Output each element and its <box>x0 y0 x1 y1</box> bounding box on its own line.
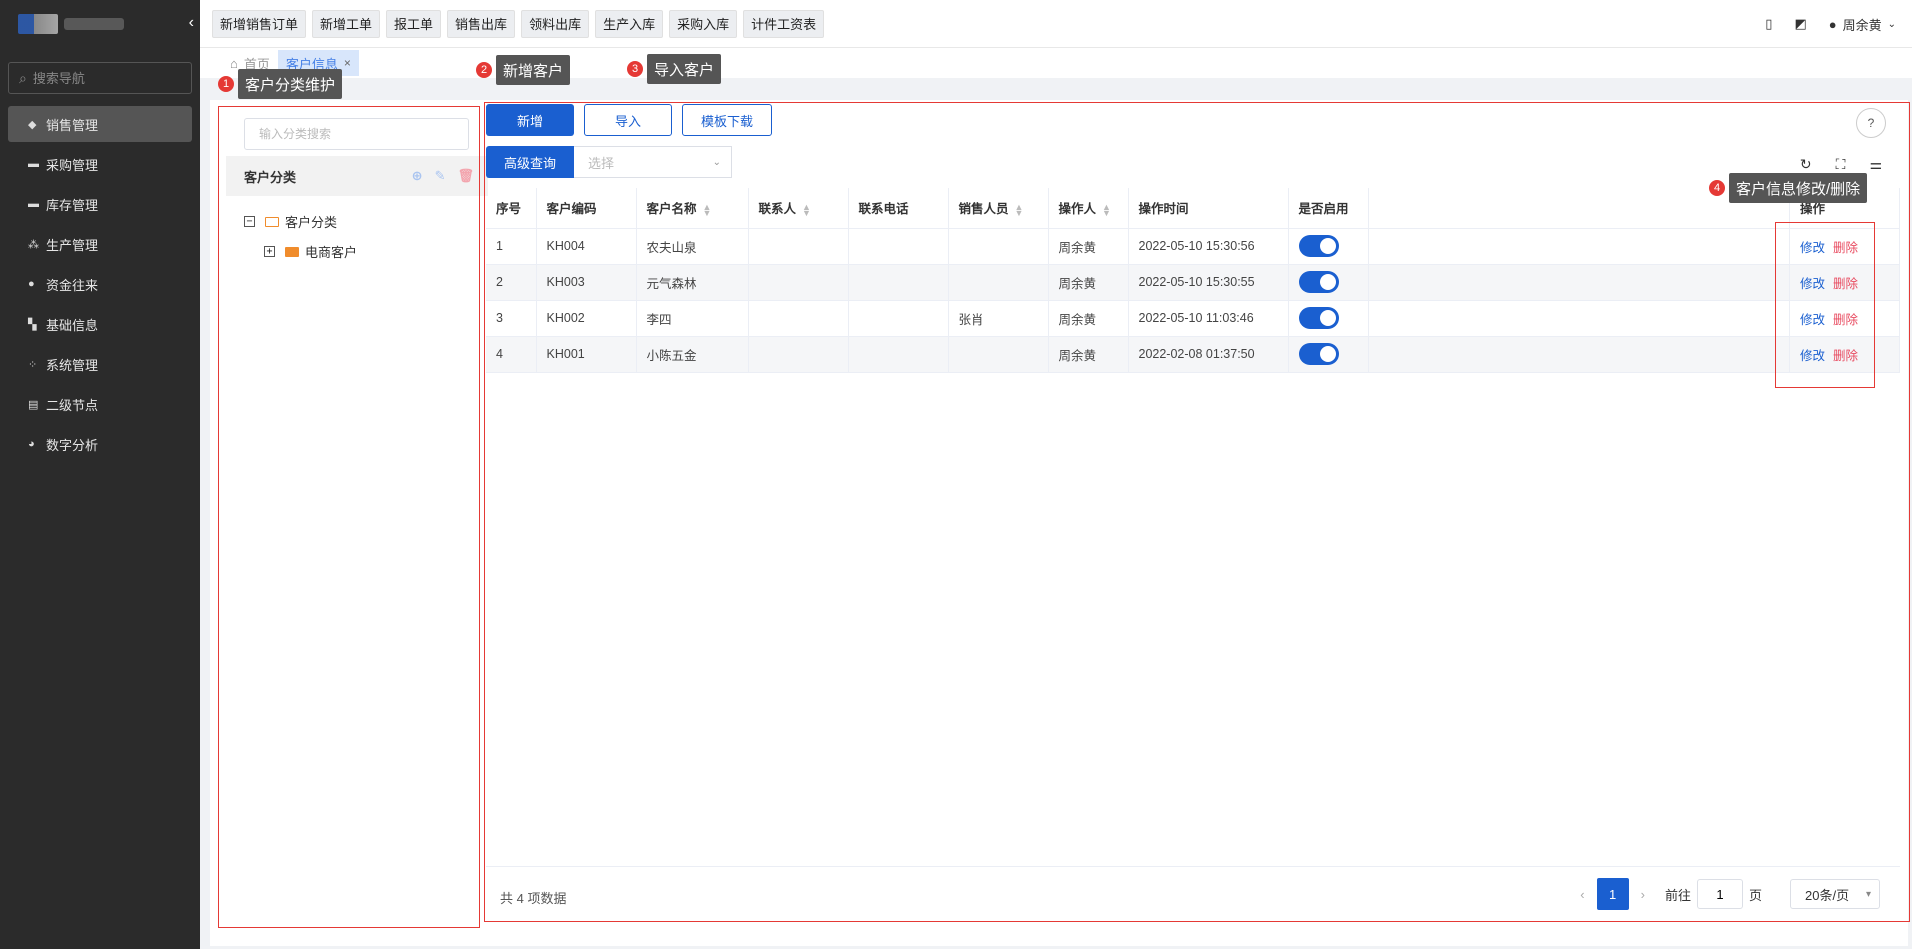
annotation-1-number: 1 <box>218 76 234 92</box>
info-icon: ▚ <box>28 318 37 331</box>
nav-search-input[interactable] <box>32 70 163 86</box>
sidebar-item[interactable]: ▤ 二级节点 <box>8 386 192 422</box>
production-icon: ⁂ <box>28 238 39 251</box>
sidebar-item[interactable]: ⁘ 系统管理 <box>8 346 192 382</box>
annotation-2-label: 新增客户 <box>496 55 571 85</box>
sidebar-item-label: 库存管理 <box>46 197 99 213</box>
annotation-2-number: 2 <box>476 62 492 78</box>
sidebar-item-label: 基础信息 <box>46 317 99 333</box>
annotation-1-label: 客户分类维护 <box>238 69 343 99</box>
close-icon[interactable]: × <box>344 56 351 70</box>
cart-icon: ▬ <box>28 158 39 170</box>
sidebar-item-label: 资金往来 <box>46 277 99 293</box>
quick-action-button[interactable]: 新增销售订单 <box>212 9 307 38</box>
sidebar-item-label: 采购管理 <box>46 157 99 173</box>
quick-action-button[interactable]: 计件工资表 <box>743 9 825 38</box>
quick-action-button[interactable]: 销售出库 <box>447 9 516 38</box>
pie-chart-icon: ◕ <box>28 438 35 450</box>
quick-actions: 新增销售订单 新增工单 报工单 销售出库 领料出库 生产入库 采购入库 计件工资表 <box>212 9 830 38</box>
sidebar: ‹ ⌕ ◆ 销售管理 ▬ 采购管理 ▬ 库存管理 ⁂ 生产管理 ● 资金往来 ▚ 基础信息 ⁘ 系统管理 ▤… <box>0 0 200 949</box>
screen-icon[interactable]: ◩ <box>1794 16 1806 32</box>
sidebar-item[interactable]: ▬ 采购管理 <box>8 146 192 182</box>
mobile-icon[interactable]: ▯ <box>1765 16 1772 32</box>
warehouse-icon: ▬ <box>28 198 39 210</box>
annotation-1: 1 客户分类维护 <box>218 69 343 99</box>
annotation-3: 3 导入客户 <box>627 54 722 84</box>
sidebar-item[interactable]: ▬ 库存管理 <box>8 186 192 222</box>
search-icon: ⌕ <box>19 69 27 86</box>
sidebar-item[interactable]: ▚ 基础信息 <box>8 306 192 342</box>
sidebar-item[interactable]: ◆ 销售管理 <box>8 106 192 142</box>
annotation-2: 2 新增客户 <box>476 55 571 85</box>
logo: ‹ <box>0 0 200 48</box>
collapse-sidebar-icon[interactable]: ‹ <box>189 14 194 32</box>
top-bar: 新增销售订单 新增工单 报工单 销售出库 领料出库 生产入库 采购入库 计件工资表 ▯ ◩ ●… <box>200 0 1912 48</box>
logo-text-blurred <box>64 18 124 30</box>
sidebar-item-label: 生产管理 <box>46 237 99 253</box>
annotation-4: 4 客户信息修改/删除 <box>1709 173 1868 203</box>
top-right-tools: ▯ ◩ ● 周余黄 ⌄ <box>1765 0 1896 48</box>
chevron-down-icon: ⌄ <box>1887 18 1896 30</box>
user-menu[interactable]: ● 周余黄 ⌄ <box>1829 15 1896 34</box>
quick-action-button[interactable]: 新增工单 <box>312 9 381 38</box>
quick-action-button[interactable]: 领料出库 <box>521 9 590 38</box>
node-icon: ▤ <box>28 398 39 411</box>
quick-action-button[interactable]: 生产入库 <box>595 9 664 38</box>
user-icon: ● <box>1828 16 1837 32</box>
annotation-3-label: 导入客户 <box>647 54 722 84</box>
nav-search[interactable]: ⌕ <box>8 62 192 94</box>
system-icon: ⁘ <box>28 358 38 371</box>
annotation-box-category <box>218 106 480 928</box>
annotation-4-number: 4 <box>1709 180 1725 196</box>
quick-action-button[interactable]: 报工单 <box>386 9 442 38</box>
money-icon: ● <box>28 278 35 290</box>
sidebar-item-label: 二级节点 <box>46 397 99 413</box>
sidebar-item-label: 销售管理 <box>46 117 99 133</box>
sidebar-item[interactable]: ⁂ 生产管理 <box>8 226 192 262</box>
tag-icon: ◆ <box>28 118 37 131</box>
user-name: 周余黄 <box>1842 17 1882 33</box>
sidebar-item-label: 系统管理 <box>46 357 99 373</box>
annotation-box-table <box>484 102 1910 922</box>
sidebar-item-label: 数字分析 <box>46 437 99 453</box>
nav-list: ◆ 销售管理 ▬ 采购管理 ▬ 库存管理 ⁂ 生产管理 ● 资金往来 ▚ 基础信息 ⁘ 系统管理 ▤ 二级节点… <box>0 106 200 462</box>
annotation-4-label: 客户信息修改/删除 <box>1729 173 1868 203</box>
annotation-3-number: 3 <box>627 61 643 77</box>
logo-mark <box>18 14 58 34</box>
sidebar-item[interactable]: ◕ 数字分析 <box>8 426 192 462</box>
sidebar-item[interactable]: ● 资金往来 <box>8 266 192 302</box>
annotation-box-actions <box>1775 222 1875 388</box>
quick-action-button[interactable]: 采购入库 <box>669 9 738 38</box>
page-tabs: ⌂ 首页 客户信息 × <box>200 48 1912 78</box>
